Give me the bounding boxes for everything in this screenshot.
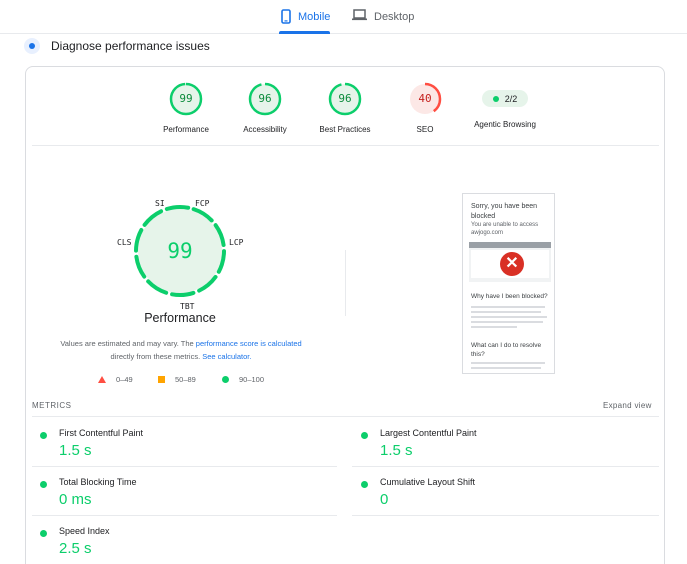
metric-value: 1.5 s: [380, 442, 413, 459]
thumbnail-text-lines: [471, 306, 547, 331]
device-tabs: Mobile Desktop: [0, 0, 687, 34]
page-screenshot-thumbnail[interactable]: Sorry, you have been blocked You are una…: [462, 193, 555, 374]
score-label: SEO: [416, 125, 434, 134]
gauge-label-lcp: LCP: [229, 238, 244, 247]
pass-dot-icon: [361, 432, 368, 439]
score-seo[interactable]: 40 SEO: [380, 82, 470, 134]
gauge-label-si: SI: [155, 199, 165, 208]
score-label: Accessibility: [243, 125, 287, 134]
pass-dot-icon: [40, 530, 47, 537]
tab-mobile[interactable]: Mobile: [279, 6, 331, 34]
metric-value: 0 ms: [59, 491, 92, 508]
metric-name: Speed Index: [59, 526, 110, 536]
divider: [32, 416, 659, 417]
expand-view-button[interactable]: Expand view: [603, 401, 652, 410]
score-best-practices[interactable]: 96 Best Practices: [300, 82, 390, 134]
metric-name: First Contentful Paint: [59, 428, 144, 438]
score-gauge: 99: [169, 82, 203, 116]
smartphone-icon: [281, 9, 291, 27]
divider: [32, 466, 337, 467]
pass-dot-icon: [40, 432, 47, 439]
fail-triangle-icon: [98, 376, 106, 383]
metric-name: Largest Contentful Paint: [380, 428, 477, 438]
diagnose-header: Diagnose performance issues: [24, 38, 210, 54]
metrics-header: METRICS: [32, 401, 72, 410]
score-value: 40: [418, 92, 432, 105]
pass-dot-icon: [40, 481, 47, 488]
score-gauge: 40: [408, 82, 442, 116]
score-value: 96: [258, 92, 272, 105]
gauge-label-cls: CLS: [117, 238, 132, 247]
divider: [32, 515, 337, 516]
note-text: directly from these metrics.: [110, 352, 203, 361]
vertical-divider: [345, 250, 346, 316]
legend-average-label: 50–89: [175, 375, 196, 384]
calculator-link[interactable]: See calculator.: [202, 352, 251, 361]
thumbnail-text-lines: [471, 362, 547, 372]
performance-title: Performance: [144, 311, 216, 325]
diagnose-icon: [24, 38, 40, 54]
agentic-value: 2/2: [504, 93, 518, 104]
legend-fail: 0–49: [98, 375, 133, 384]
score-gauge: 96: [328, 82, 362, 116]
score-label: Performance: [163, 125, 209, 134]
score-agentic-browsing[interactable]: 2/2 Agentic Browsing: [460, 82, 550, 129]
score-gauge: 96: [248, 82, 282, 116]
performance-score: 99: [167, 239, 193, 263]
metric-name: Total Blocking Time: [59, 477, 137, 487]
pass-dot-icon: [361, 481, 368, 488]
note-text: Values are estimated and may vary. The: [60, 339, 196, 348]
score-value: 96: [338, 92, 352, 105]
score-accessibility[interactable]: 96 Accessibility: [220, 82, 310, 134]
thumbnail-title: Sorry, you have been blocked: [471, 203, 538, 220]
metric-value: 2.5 s: [59, 540, 92, 557]
thumbnail-browser-graphic: ✕: [469, 242, 551, 282]
tab-desktop[interactable]: Desktop: [352, 6, 414, 34]
metric-value: 1.5 s: [59, 442, 92, 459]
gauge-label-fcp: FCP: [195, 199, 210, 208]
agentic-badge: 2/2: [482, 90, 528, 107]
diagnose-title: Diagnose performance issues: [51, 39, 210, 53]
browser-window: ✕: [471, 250, 549, 278]
score-performance[interactable]: 99 Performance: [141, 82, 231, 134]
performance-score-link[interactable]: performance score is calculated: [196, 339, 302, 348]
score-label: Best Practices: [319, 125, 371, 134]
divider: [352, 515, 659, 516]
thumbnail-heading: What can I do to resolve this?: [471, 342, 542, 358]
legend-fail-label: 0–49: [116, 375, 133, 384]
thumbnail-subtitle: You are unable to access awjogo.com: [471, 222, 539, 236]
legend-average: 50–89: [158, 375, 196, 384]
error-x-icon: ✕: [500, 252, 524, 276]
estimate-note: Values are estimated and may vary. The p…: [50, 337, 312, 363]
pass-dot-icon: [492, 95, 499, 102]
score-label: Agentic Browsing: [474, 120, 536, 129]
laptop-icon: [352, 9, 367, 24]
browser-bar: [469, 242, 551, 248]
divider: [352, 466, 659, 467]
metric-name: Cumulative Layout Shift: [380, 477, 476, 487]
tab-desktop-label: Desktop: [374, 11, 415, 23]
pass-circle-icon: [222, 376, 229, 383]
metric-value: 0: [380, 491, 389, 508]
divider: [32, 145, 659, 146]
average-square-icon: [158, 376, 165, 383]
gauge-label-tbt: TBT: [180, 302, 195, 311]
tab-mobile-label: Mobile: [298, 11, 331, 23]
legend-pass: 90–100: [222, 375, 264, 384]
score-value: 99: [179, 92, 193, 105]
legend-pass-label: 90–100: [239, 375, 265, 384]
thumbnail-heading: Why have I been blocked?: [471, 293, 548, 300]
